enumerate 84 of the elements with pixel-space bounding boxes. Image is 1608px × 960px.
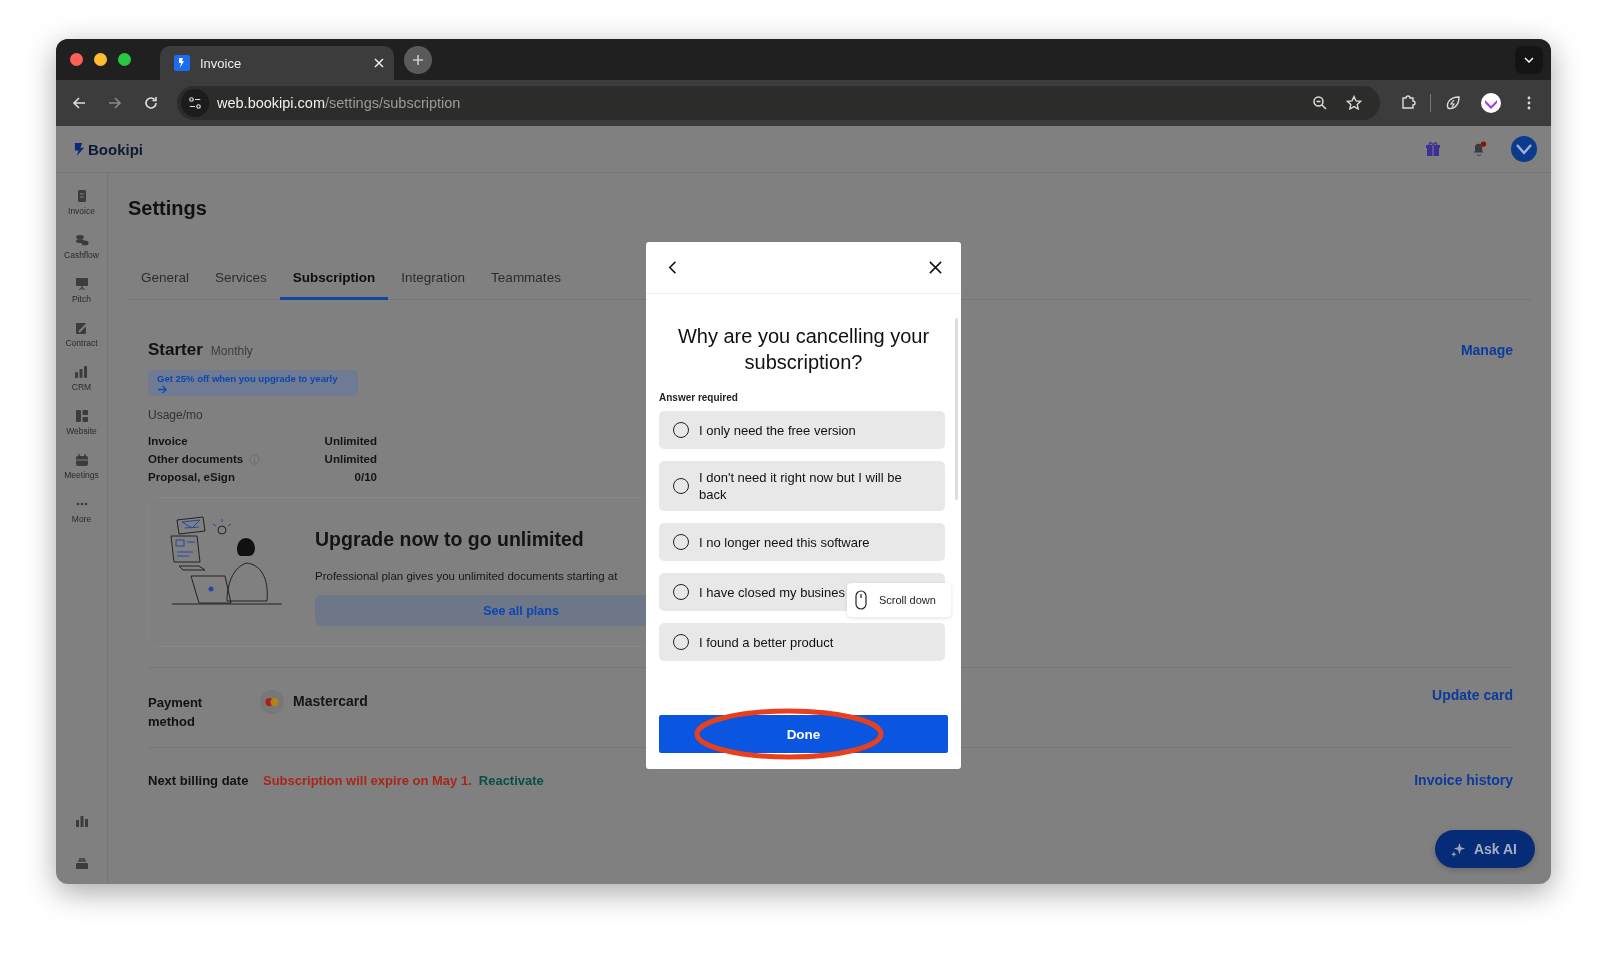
answer-option[interactable]: I no longer need this software xyxy=(659,523,945,561)
address-bar[interactable]: web.bookipi.com/settings/subscription xyxy=(177,86,1380,120)
favicon-icon xyxy=(174,55,190,71)
chevron-down-icon xyxy=(1524,56,1534,63)
stack-icon[interactable] xyxy=(74,856,89,870)
usage-label: Proposal, eSign xyxy=(148,471,235,483)
reactivate-link[interactable]: Reactivate xyxy=(478,773,544,788)
maximize-window-button[interactable] xyxy=(118,53,131,66)
calendar-icon xyxy=(74,453,89,467)
forward-icon[interactable] xyxy=(107,95,123,111)
mouse-icon xyxy=(855,590,867,610)
close-icon[interactable] xyxy=(928,260,943,275)
settings-tab[interactable]: Services xyxy=(202,270,280,300)
profile-avatar-icon[interactable] xyxy=(1481,93,1501,113)
settings-tab[interactable]: Integration xyxy=(388,270,479,300)
zoom-out-icon[interactable] xyxy=(1312,95,1328,111)
manage-link[interactable]: Manage xyxy=(1460,342,1513,358)
sidebar-item[interactable]: Pitch xyxy=(72,277,91,313)
site-settings-icon[interactable] xyxy=(181,89,209,117)
account-avatar-icon[interactable] xyxy=(1511,136,1537,162)
bookmark-star-icon[interactable] xyxy=(1346,95,1362,111)
sidebar-item[interactable]: Contract xyxy=(65,321,98,357)
invoice-history-link[interactable]: Invoice history xyxy=(1414,772,1513,788)
arrow-right-icon xyxy=(157,385,168,394)
gift-icon[interactable] xyxy=(1425,141,1441,157)
next-billing-label: Next billing date xyxy=(148,773,250,788)
close-window-button[interactable] xyxy=(70,53,83,66)
ask-ai-button[interactable]: Ask AI xyxy=(1434,830,1535,868)
done-button[interactable]: Done xyxy=(659,715,948,753)
coins-icon xyxy=(74,233,89,247)
minimize-window-button[interactable] xyxy=(94,53,107,66)
bar-chart-icon[interactable] xyxy=(74,814,89,828)
upgrade-title: Upgrade now to go unlimited xyxy=(315,528,584,551)
card-name: Mastercard xyxy=(293,693,368,709)
answer-option[interactable]: I found a better product xyxy=(659,623,945,661)
payment-method-label: Payment method xyxy=(148,694,204,731)
tab-search-button[interactable] xyxy=(1515,45,1543,74)
bar-chart-icon xyxy=(74,365,89,379)
plus-icon xyxy=(412,53,424,66)
notification-bell-icon[interactable] xyxy=(1471,141,1487,157)
dialog-title: Why are you cancelling your subscription? xyxy=(676,324,931,375)
scrollbar[interactable] xyxy=(955,318,958,500)
usage-value: Unlimited xyxy=(323,435,377,447)
usage-value: 0/10 xyxy=(353,471,377,483)
usage-heading: Usage/mo xyxy=(148,408,203,422)
answer-required-hint: Answer required xyxy=(659,392,739,403)
extensions-icon[interactable] xyxy=(1400,95,1416,111)
sidebar-item[interactable]: Invoice xyxy=(68,189,95,225)
settings-tab[interactable]: Teammates xyxy=(478,270,574,300)
plan-name: Starter xyxy=(148,340,203,360)
new-tab-button[interactable] xyxy=(404,45,432,74)
usage-label: Invoice xyxy=(148,435,188,447)
mastercard-icon xyxy=(260,690,284,714)
close-tab-icon[interactable] xyxy=(374,58,384,68)
sparkle-icon xyxy=(1450,841,1466,857)
settings-tab[interactable]: Subscription xyxy=(279,270,389,300)
answer-option[interactable]: I only need the free version xyxy=(659,411,945,449)
sidebar-item[interactable]: More xyxy=(71,497,92,533)
expiry-notice: Subscription will expire on May 1. xyxy=(263,773,472,788)
upgrade-promo-link[interactable]: Get 25% off when you upgrade to yearly xyxy=(148,370,358,396)
plan-period: Monthly xyxy=(210,344,253,358)
scroll-hint-tooltip: Scroll down xyxy=(847,583,951,617)
sidebar-item[interactable]: Meetings xyxy=(64,453,99,489)
answer-option[interactable]: I don't need it right now but I will be back xyxy=(659,461,945,511)
url-text: web.bookipi.com/settings/subscription xyxy=(217,95,461,111)
logo-icon xyxy=(74,141,85,157)
pen-icon xyxy=(74,321,89,335)
settings-tab[interactable]: General xyxy=(128,270,203,300)
update-card-link[interactable]: Update card xyxy=(1432,687,1513,703)
browser-tab[interactable]: Invoice xyxy=(160,46,394,80)
app-logo[interactable]: Bookipi xyxy=(88,140,143,158)
usage-value: Unlimited xyxy=(323,453,377,465)
presentation-icon xyxy=(74,277,89,291)
upgrade-description: Professional plan gives you unlimited documents starting at xyxy=(315,570,618,582)
reload-icon[interactable] xyxy=(143,95,159,111)
sidebar-item[interactable]: Cashflow xyxy=(64,233,99,269)
sidebar-item[interactable]: CRM xyxy=(71,365,92,401)
page-title: Settings xyxy=(128,197,208,220)
layout-icon xyxy=(74,409,89,423)
back-icon[interactable] xyxy=(71,95,87,111)
usage-label: Other documents xyxy=(148,453,244,465)
tab-title: Invoice xyxy=(200,55,243,71)
sidebar-item[interactable]: Website xyxy=(66,409,97,445)
leaf-icon[interactable] xyxy=(1445,95,1461,111)
